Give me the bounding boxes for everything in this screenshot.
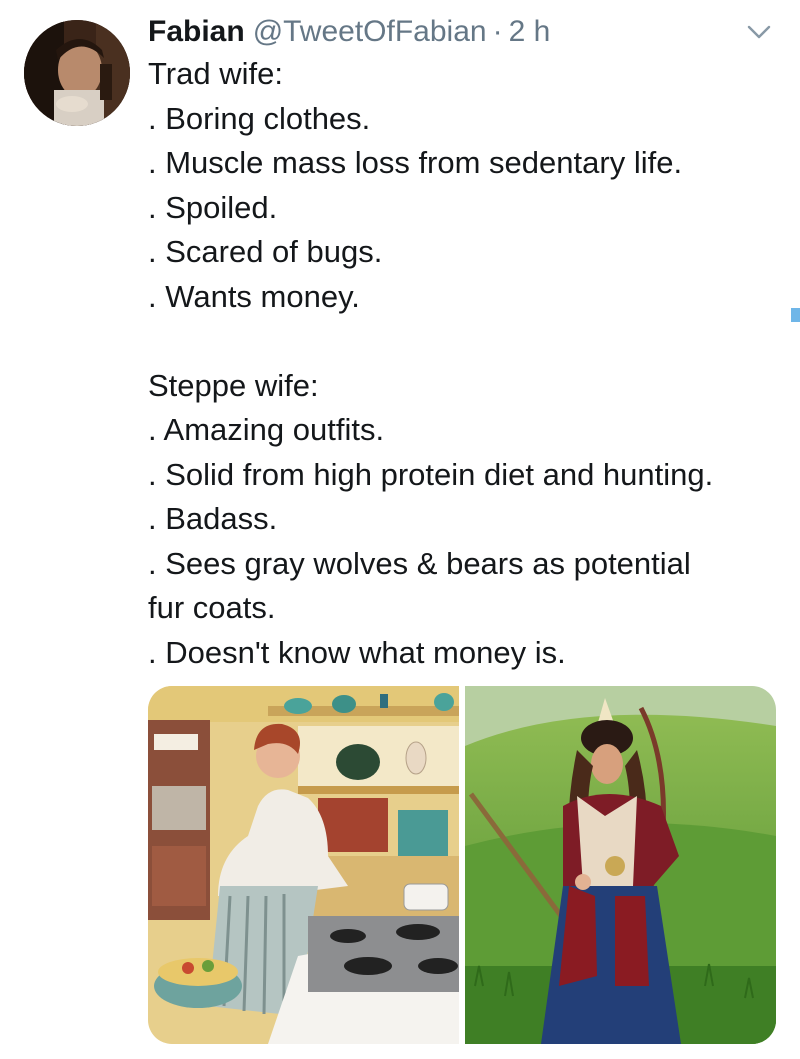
tweet-line: . Wants money. bbox=[148, 278, 360, 314]
chevron-down-icon[interactable] bbox=[744, 22, 774, 42]
author-name[interactable]: Fabian bbox=[148, 12, 245, 52]
media-image-right[interactable] bbox=[465, 686, 776, 1044]
tweet-header: Fabian @TweetOfFabian · 2 h bbox=[148, 12, 550, 52]
avatar-photo bbox=[24, 20, 130, 126]
tweet-line: . Amazing outfits. bbox=[148, 412, 385, 447]
tweet-line: . Scared of bugs. bbox=[148, 234, 383, 269]
retro-kitchen-image bbox=[148, 686, 459, 1044]
author-avatar[interactable] bbox=[24, 20, 130, 126]
tweet-media-grid bbox=[148, 686, 776, 1044]
tweet-line: . Boring clothes. bbox=[148, 100, 371, 136]
tweet-timestamp[interactable]: 2 h bbox=[509, 12, 551, 52]
tweet-line: . Doesn't know what money is. bbox=[148, 634, 566, 670]
scroll-indicator bbox=[791, 308, 800, 322]
tweet-line: . Spoiled. bbox=[148, 189, 278, 225]
tweet-line: . Muscle mass loss from sedentary life. bbox=[148, 145, 683, 180]
author-handle[interactable]: @TweetOfFabian bbox=[253, 12, 487, 52]
tweet-line: . Sees gray wolves & bears as potential bbox=[148, 545, 691, 581]
tweet-line: Steppe wife: bbox=[148, 367, 319, 403]
media-image-left[interactable] bbox=[148, 686, 459, 1044]
tweet-line: . Badass. bbox=[148, 501, 278, 536]
tweet-line: fur coats. bbox=[148, 590, 276, 625]
steppe-warrior-image bbox=[465, 686, 776, 1044]
meta-separator: · bbox=[492, 15, 503, 48]
tweet-body: Trad wife: . Boring clothes. . Muscle ma… bbox=[148, 52, 788, 675]
tweet-line: . Solid from high protein diet and hunti… bbox=[148, 456, 714, 492]
tweet-line: Trad wife: bbox=[148, 56, 283, 91]
